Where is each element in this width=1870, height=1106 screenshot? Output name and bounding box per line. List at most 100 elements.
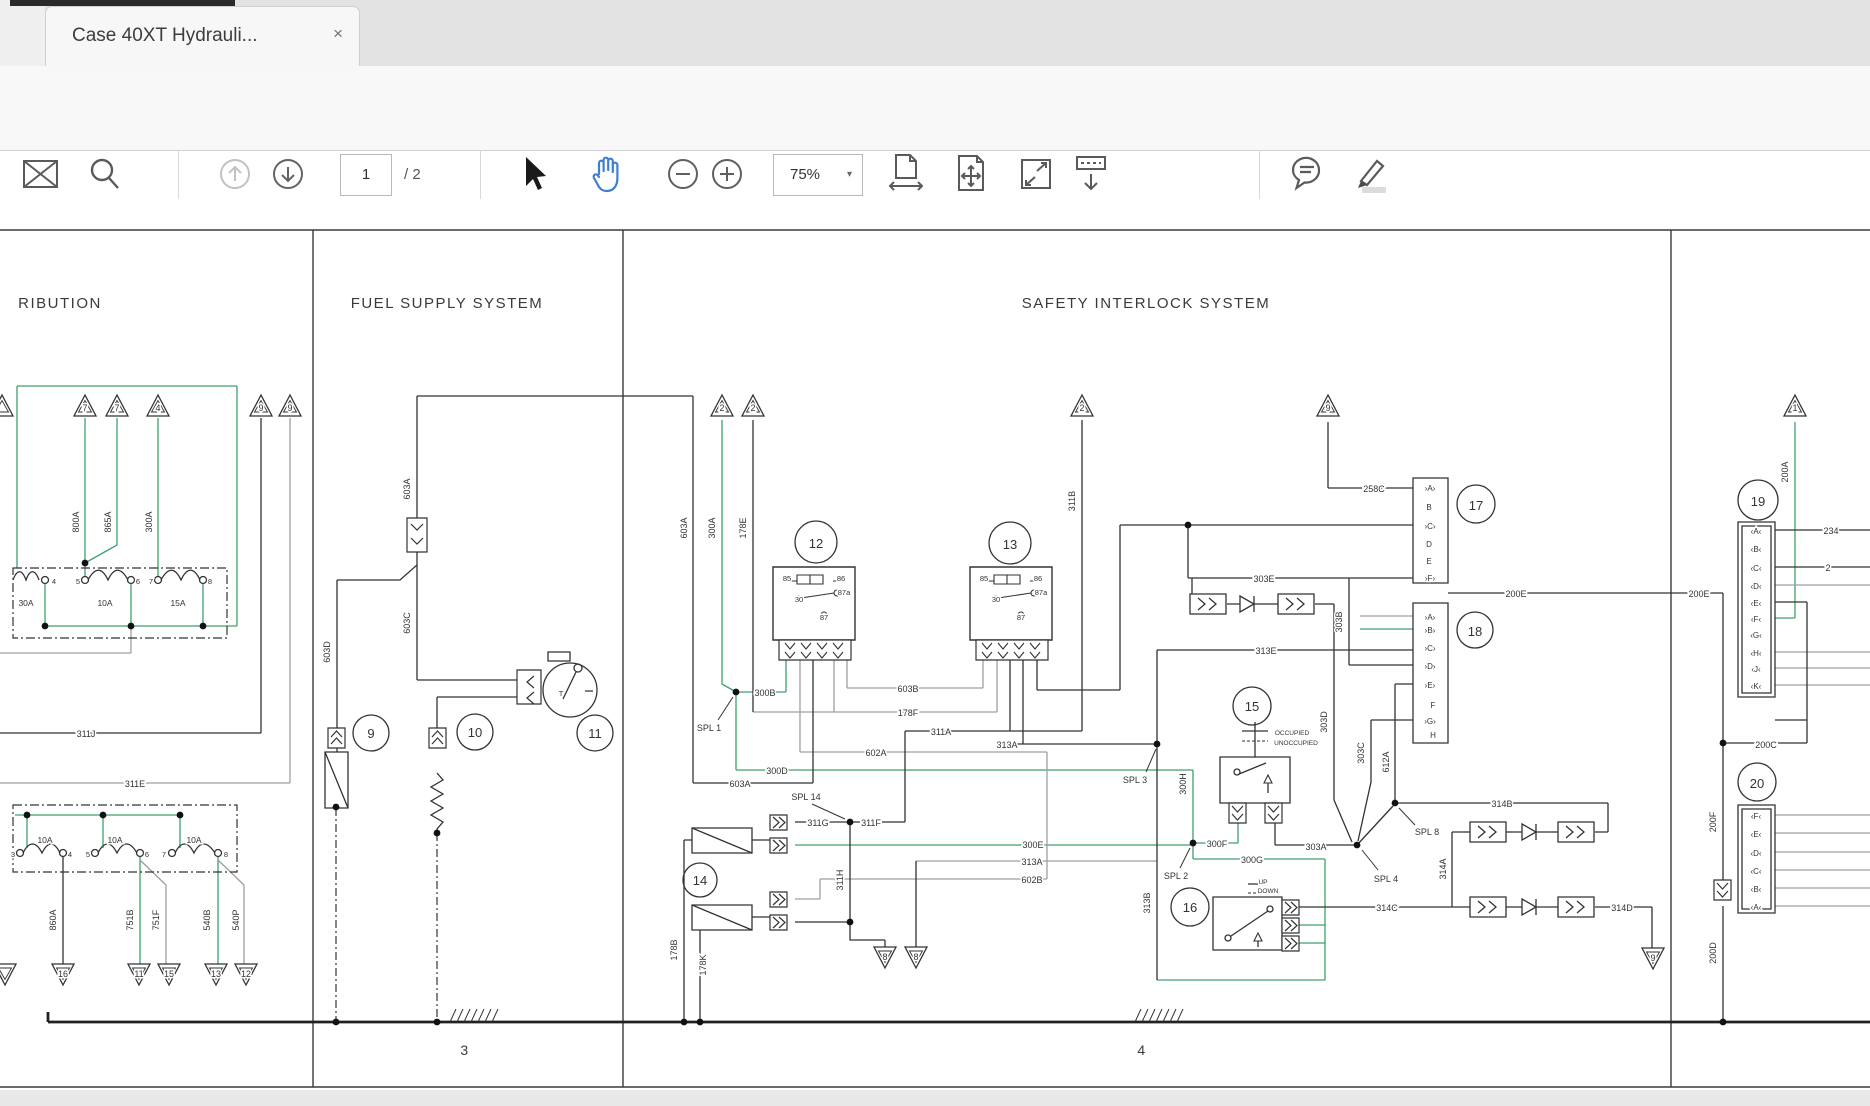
component-number: 10 [468,725,482,740]
switch-position-label: DOWN [1258,888,1279,895]
wire-label: 200A [1780,461,1790,482]
wire-label: 314C [1376,903,1398,913]
connector-pin: ‹E‹ [1751,599,1762,608]
triangle-ref: 8 [913,952,918,962]
component-number: 17 [1469,498,1483,513]
terminal-number: 6 [145,850,149,859]
terminal-number: 86 [1034,574,1042,583]
terminal-number: 87a [838,588,851,597]
wire-label: 303E [1253,574,1274,584]
wire-label: 300A [144,511,154,532]
connector-pin: ›E› [1425,681,1436,690]
connector-pin: B [1426,503,1431,512]
wire-label: 800A [71,511,81,532]
wire-label: 300A [707,517,717,538]
component-number: 14 [693,873,707,888]
splice-label: SPL 8 [1415,827,1439,837]
fuel-sender-resistor [429,714,493,833]
terminal-number: 7 [149,577,153,586]
connector-pin: ›G› [1424,717,1436,726]
wire-label: 311B [1067,491,1077,511]
splice-label: SPL 3 [1123,775,1147,785]
wire-label: 200F [1708,811,1718,832]
wire-label: 540B [202,909,212,930]
wire-label: 865A [103,511,113,532]
wire-label: 303A [1305,842,1326,852]
connector-pin: ‹B‹ [1751,885,1762,894]
terminal-number: 4 [68,850,72,859]
wire-label: 751F [151,909,161,930]
wire-label: 313A [996,740,1017,750]
connector-pin: ‹D‹ [1750,582,1761,591]
wire-label: 178B [669,939,679,960]
triangle-ref: 9 [1325,403,1330,413]
triangle-ref: 2 [1079,403,1084,413]
terminal-number: 87 [820,613,828,622]
triangle-ref: 4 [155,403,160,413]
wire-label: 178F [898,708,919,718]
wire-label: 2 [1825,563,1830,573]
connector-pin: H [1430,731,1436,740]
connector-pin: ‹C‹ [1750,564,1761,573]
wire-label: 311A [931,727,951,737]
connector-pin: ›A› [1425,484,1436,493]
component-number: 9 [367,726,374,741]
splice-label: SPL 2 [1164,871,1188,881]
wire-label: 311H [835,870,845,891]
wire-label: 314B [1491,799,1512,809]
wire-label: 303B [1334,611,1344,632]
wire-label: 603B [897,684,918,694]
connector-pin: F [1431,701,1436,710]
connector-pin: ‹C‹ [1750,867,1761,876]
wire-label: 311J [77,729,96,739]
wiring-diagram-page: RIBUTIONFUEL SUPPLY SYSTEMSAFETY INTERLO… [0,0,1870,1106]
wire-label: 300F [1207,839,1228,849]
triangle-ref: 11 [134,969,143,979]
terminal-number: T [559,689,564,698]
wire-label: 314A [1438,858,1448,879]
connector-pin: ‹D‹ [1750,849,1761,858]
wire-label: 602B [1021,875,1042,885]
wire-label: 311G [807,818,828,828]
terminal-number: 8 [224,850,228,859]
component-number: 20 [1750,776,1764,791]
wire-label: 200E [1688,589,1709,599]
component-number: 11 [588,726,602,741]
triangle-ref: 15 [164,969,174,979]
connector-pin: ‹F‹ [1751,615,1762,624]
wire-label: 313B [1142,892,1152,913]
terminal-number: 30 [795,595,803,604]
section-title: FUEL SUPPLY SYSTEM [351,295,544,312]
terminal-number: 85 [980,574,988,583]
triangle-ref: 9 [287,403,292,413]
grid-number: 4 [1137,1042,1146,1058]
connector-pin: E [1426,557,1431,566]
wire-label: 603A [679,517,689,538]
wire-label: 300D [766,766,788,776]
connector-pin: ‹F‹ [1751,812,1762,821]
black-wires [0,396,1870,1022]
gray-wires [0,418,1870,965]
fuel-shutoff-solenoid [325,518,427,808]
green-wires [15,386,1795,980]
component-number: 13 [1003,537,1017,552]
component-number: 15 [1245,699,1259,714]
wire-label: 311E [125,779,145,789]
triangle-ref: 7 [114,403,119,413]
triangle-ref: 13 [211,969,221,979]
switch-position-label: OCCUPIED [1275,730,1310,737]
diagram-borders [0,230,1870,1106]
wire-label: 751B [125,909,135,930]
terminal-number: 30 [992,595,1000,604]
connector-pin: ‹A‹ [1751,903,1762,912]
switch-position-label: UNOCCUPIED [1274,740,1318,747]
connector-pin: ›F› [1425,574,1436,583]
wire-label: 300G [1241,855,1263,865]
wire-label: 603A [729,779,750,789]
wire-label: 860A [48,909,58,930]
terminal-number: 8 [208,577,212,586]
triangle-ref: 12 [241,969,251,979]
terminal-number: 5 [86,850,90,859]
wire-label: 178K [698,954,708,975]
component-number: 19 [1751,494,1765,509]
